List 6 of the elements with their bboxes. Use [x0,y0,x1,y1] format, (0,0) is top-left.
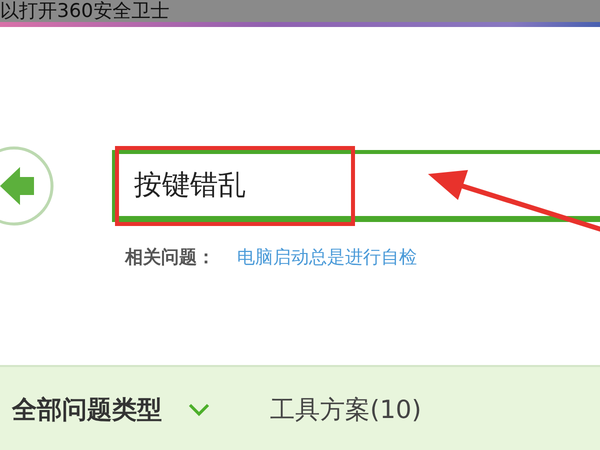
search-field[interactable]: 按键错乱 [112,150,600,222]
related-label: 相关问题： [125,246,215,269]
category-dropdown[interactable]: 全部问题类型 [12,393,210,426]
banner-text: 以打开360安全卫士 [0,0,170,22]
chevron-down-icon [188,402,210,416]
solution-tab[interactable]: 工具方案(10) [270,393,422,426]
